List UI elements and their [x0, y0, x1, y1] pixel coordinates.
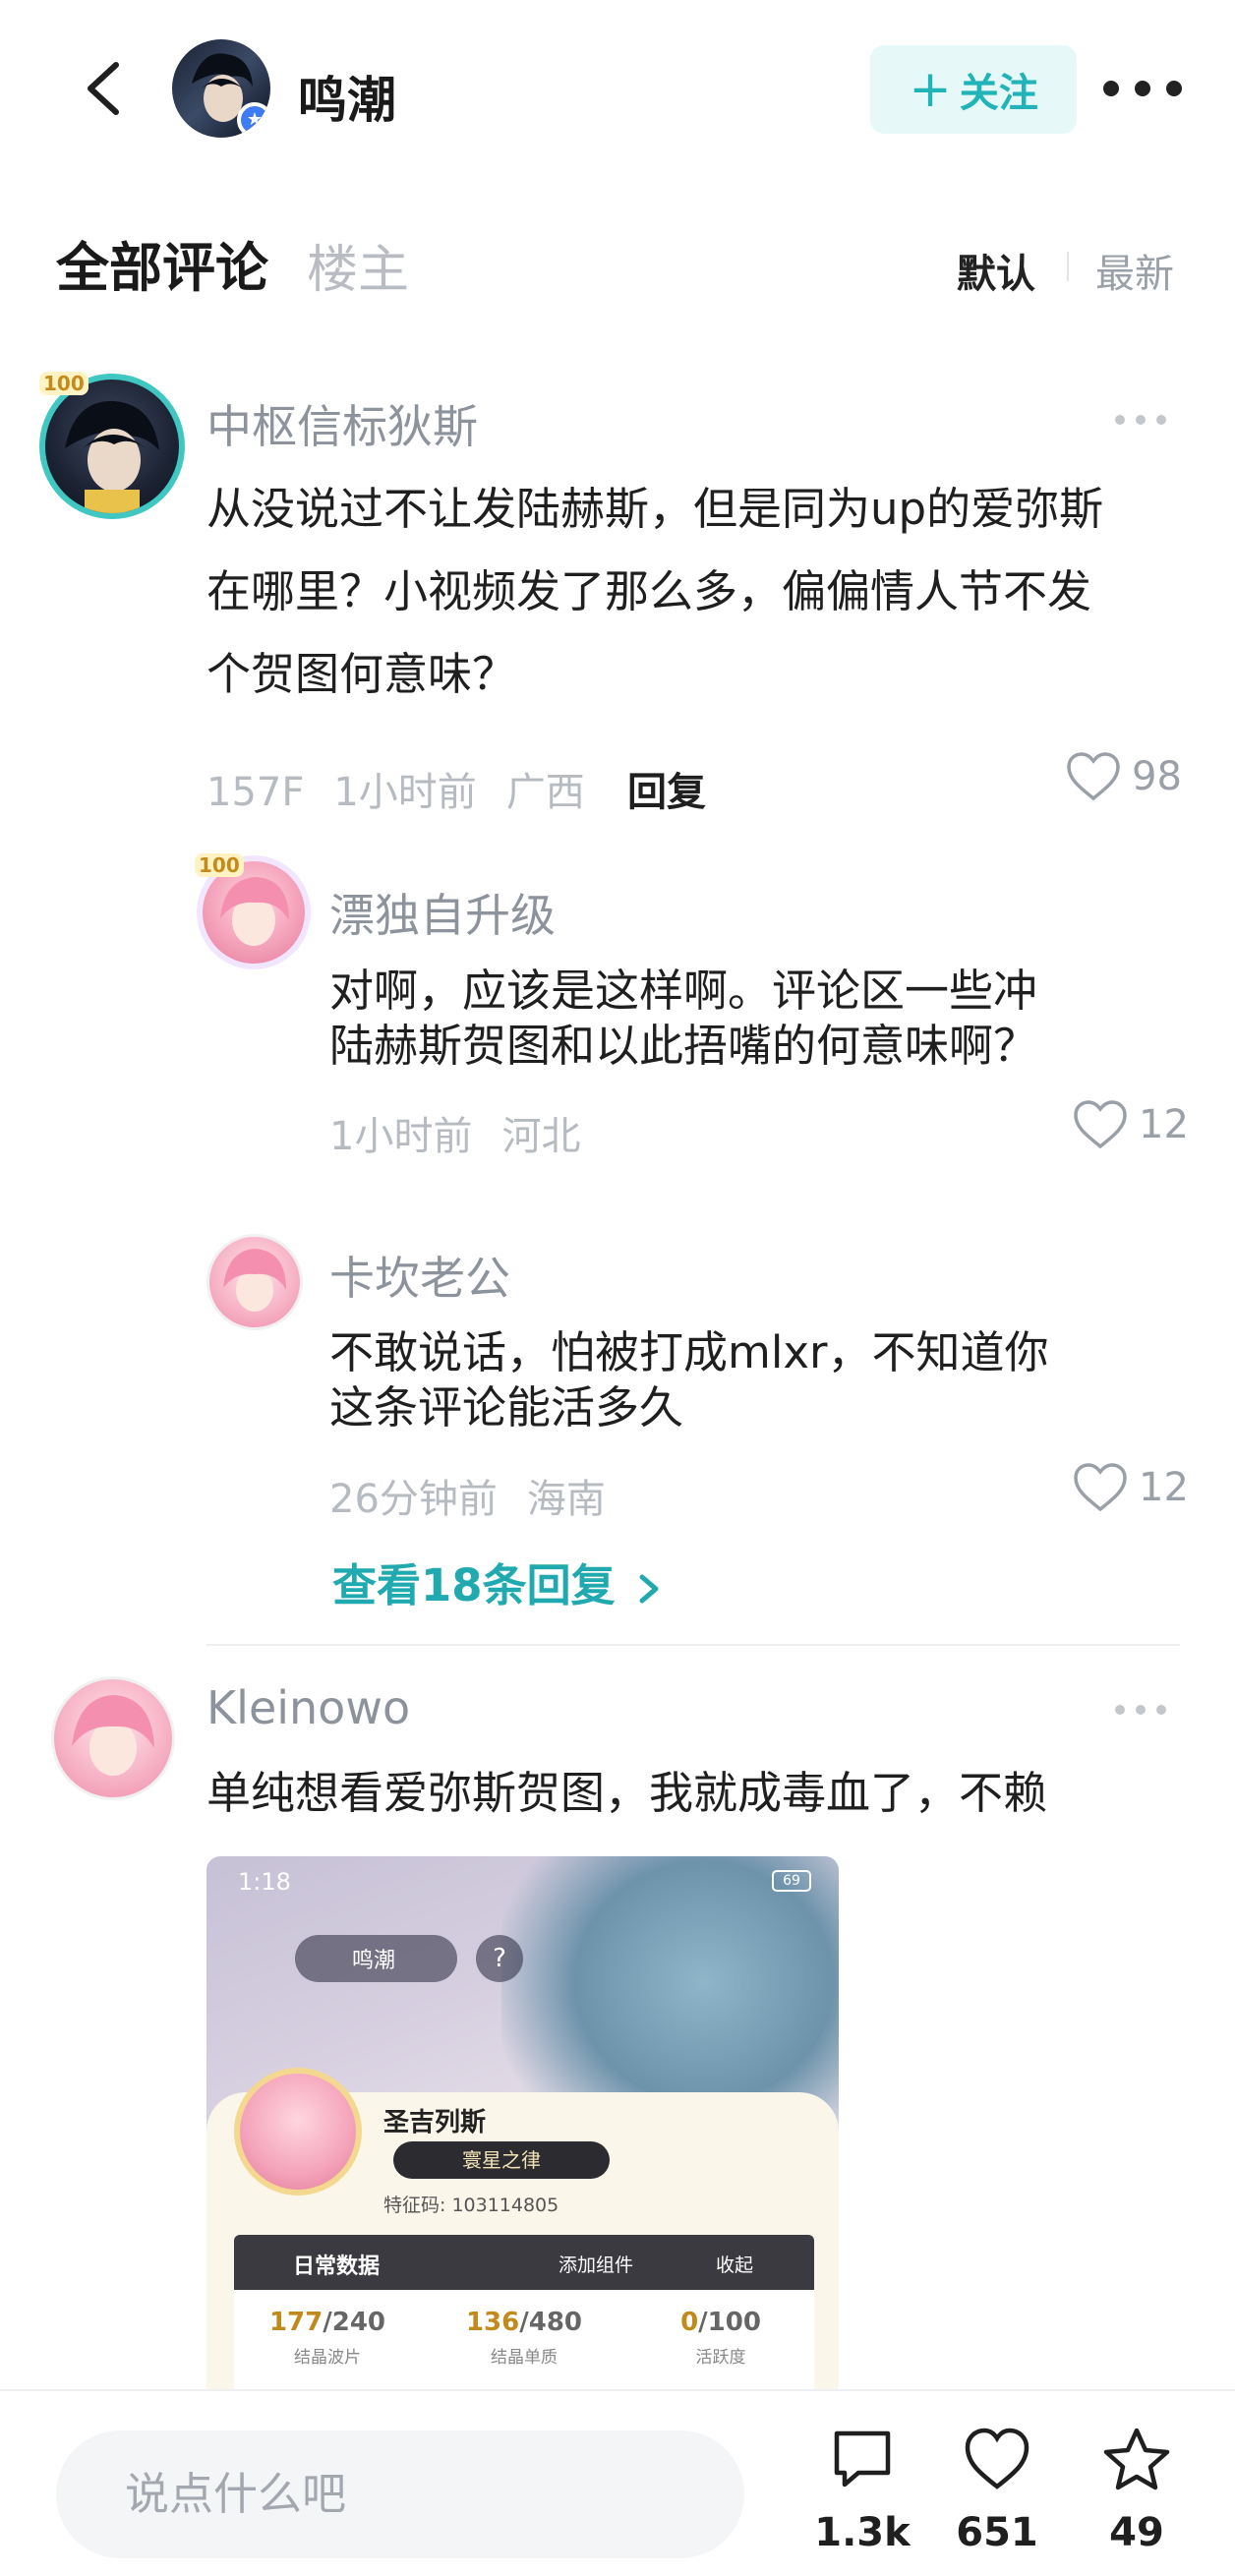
comments-count: 1.3k: [814, 2510, 911, 2555]
sort-divider: [1067, 252, 1069, 281]
comment-text-line: 个贺图何意味？: [206, 648, 517, 700]
follow-button[interactable]: + 关注: [870, 45, 1077, 134]
channel-title: 鸣潮: [298, 72, 396, 129]
comment-username[interactable]: Kleinowo: [206, 1681, 410, 1734]
like-count: 98: [1132, 754, 1182, 799]
sort-latest-button[interactable]: 最新: [1095, 242, 1174, 299]
reply-username[interactable]: 卡坎老公: [329, 1243, 510, 1308]
image-section-title: 日常数据: [293, 2254, 381, 2279]
tab-all-comments[interactable]: 全部评论: [56, 224, 268, 302]
reply-text-line: 对啊，应该是这样啊。评论区一些冲: [329, 965, 1038, 1017]
image-status-time: 1:18: [238, 1868, 291, 1896]
image-stat: 177/240 结晶波片: [268, 2308, 386, 2368]
channel-avatar[interactable]: ★: [172, 39, 270, 138]
comment-more-icon[interactable]: [1115, 1703, 1166, 1717]
image-game-pill: 鸣潮: [295, 1935, 457, 1982]
image-add-widget: 添加组件: [559, 2254, 634, 2276]
image-help-icon: ?: [476, 1935, 523, 1982]
avatar[interactable]: [51, 1676, 175, 1800]
comment-time: 1小时前: [333, 770, 477, 815]
comment-bubble-icon: [834, 2430, 891, 2488]
image-stat: 0/100 活跃度: [680, 2308, 761, 2368]
like-count: 12: [1139, 1465, 1189, 1510]
star-icon: [1103, 2428, 1170, 2490]
reply-time: 26分钟前: [329, 1477, 498, 1522]
bottom-action-bar: 说点什么吧 1.3k 651 49: [0, 2389, 1235, 2576]
image-battery-icon: 69: [772, 1870, 811, 1892]
comment-text-line: 单纯想看爱弥斯贺图，我就成毒血了，不赖: [206, 1767, 1048, 1819]
comment-more-icon[interactable]: [1115, 413, 1166, 427]
avatar[interactable]: [39, 374, 185, 519]
like-post-button[interactable]: 651: [938, 2426, 1056, 2555]
comment-text-line: 从没说过不让发陆赫斯，但是同为up的爱弥斯: [206, 483, 1104, 535]
image-stat: 136/480 结晶单质: [465, 2308, 583, 2368]
tab-op-only[interactable]: 楼主: [307, 228, 409, 302]
comment-text-line: 在哪里？小视频发了那么多，偏偏情人节不发: [206, 565, 1092, 617]
reply-location: 河北: [501, 1114, 581, 1159]
comment-image[interactable]: 1:18 69 鸣潮 ? 圣吉列斯 寰星之律 特征码: 103114805 日常…: [206, 1856, 839, 2397]
heart-icon: [1074, 1100, 1127, 1149]
comment-location: 广西: [505, 770, 585, 815]
image-section-header: 日常数据 添加组件 收起: [234, 2235, 814, 2290]
reply-meta: 1小时前 河北: [329, 1104, 610, 1161]
level-badge: 100: [195, 853, 244, 877]
comment-divider: [206, 1644, 1180, 1646]
likes-count: 651: [956, 2510, 1038, 2555]
chevron-right-icon: [639, 1574, 659, 1604]
sort-default-button[interactable]: 默认: [957, 242, 1035, 299]
reply-username[interactable]: 漂独自升级: [329, 880, 556, 945]
plus-icon: +: [909, 60, 952, 119]
like-button[interactable]: 12: [1072, 1462, 1189, 1513]
follow-label: 关注: [959, 71, 1038, 116]
reply-text-line: 陆赫斯贺图和以此捂嘴的何意味啊？: [329, 1020, 1038, 1072]
like-count: 12: [1139, 1102, 1189, 1147]
like-button[interactable]: 12: [1072, 1099, 1189, 1150]
like-button[interactable]: 98: [1065, 751, 1182, 802]
verified-icon: ★: [237, 102, 270, 138]
comment-input[interactable]: 说点什么吧: [56, 2430, 744, 2558]
reply-location: 海南: [526, 1477, 606, 1522]
view-more-replies-link[interactable]: 查看18条回复: [332, 1550, 664, 1613]
reply-text-line: 不敢说话，怕被打成mlxr，不知道你: [329, 1326, 1049, 1378]
image-title-badge: 寰星之律: [393, 2141, 610, 2179]
favorites-count: 49: [1109, 2510, 1164, 2555]
floor-number: 157F: [206, 770, 305, 815]
comment-meta: 157F 1小时前 广西: [206, 760, 615, 817]
heart-icon: [1074, 1463, 1127, 1512]
avatar[interactable]: [206, 1234, 303, 1330]
comment-username[interactable]: 中枢信标狄斯: [206, 391, 478, 456]
favorite-button[interactable]: 49: [1078, 2426, 1196, 2555]
heart-icon: [965, 2428, 1029, 2489]
reply-meta: 26分钟前 海南: [329, 1467, 635, 1524]
more-options-icon[interactable]: [1103, 69, 1182, 108]
image-player-avatar: [234, 2068, 362, 2195]
reply-time: 1小时前: [329, 1114, 473, 1159]
heart-icon: [1067, 752, 1120, 801]
comments-button[interactable]: 1.3k: [803, 2426, 921, 2555]
view-replies-label: 查看18条回复: [332, 1559, 616, 1611]
comment-tabs: 全部评论 楼主 默认 最新: [0, 224, 1235, 303]
image-uid: 特征码: 103114805: [383, 2195, 559, 2216]
level-badge: 100: [39, 372, 88, 395]
top-bar: ★ 鸣潮 + 关注: [0, 0, 1235, 182]
back-icon[interactable]: [79, 59, 128, 118]
image-player-name: 圣吉列斯: [383, 2108, 487, 2137]
reply-text-line: 这条评论能活多久: [329, 1381, 684, 1434]
image-collapse: 收起: [716, 2254, 754, 2276]
reply-button[interactable]: 回复: [627, 760, 706, 817]
image-stats-row: 177/240 结晶波片 136/480 结晶单质 0/100 活跃度: [234, 2290, 814, 2397]
